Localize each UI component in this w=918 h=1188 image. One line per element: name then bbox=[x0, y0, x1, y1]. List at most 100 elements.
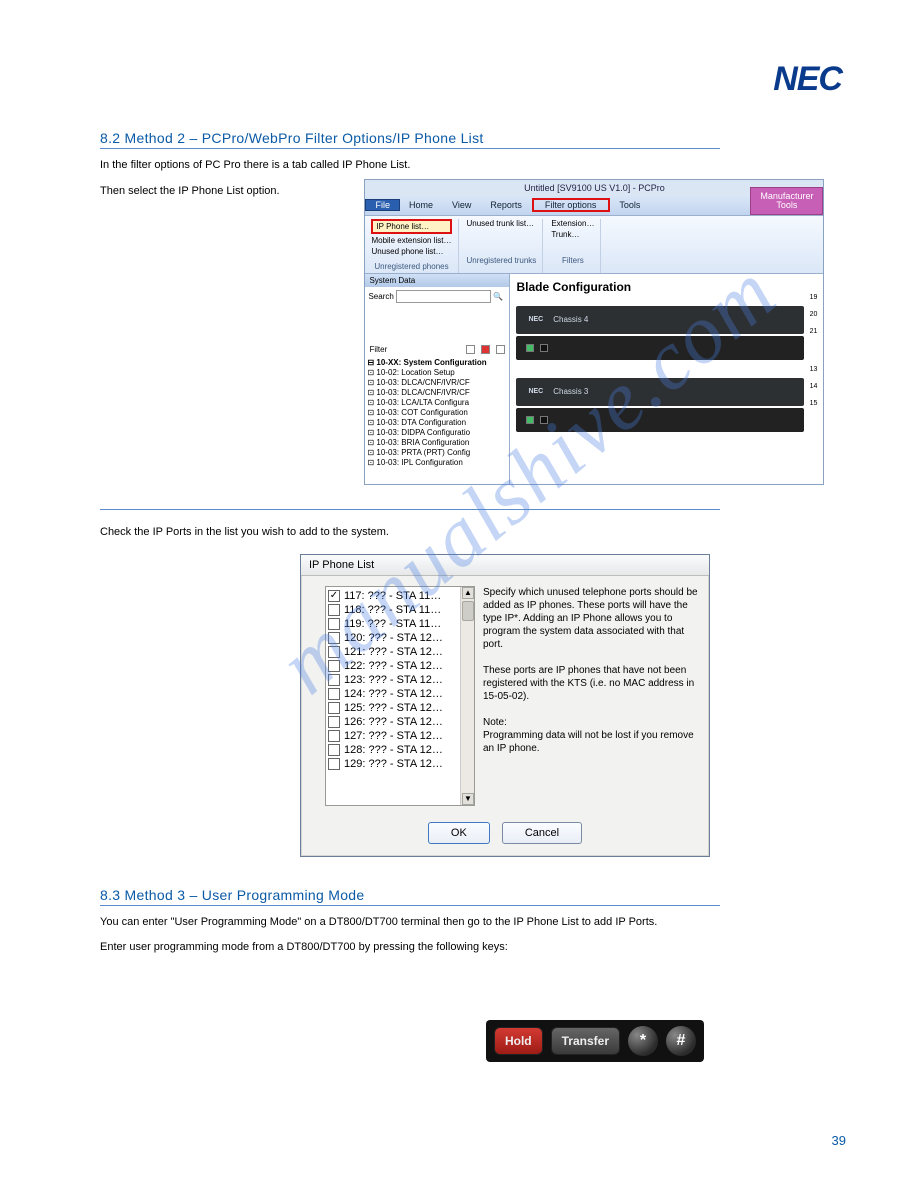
checkbox[interactable] bbox=[328, 590, 340, 602]
list-item[interactable]: 118: ??? - STA 11… bbox=[328, 603, 458, 617]
checkbox[interactable] bbox=[328, 632, 340, 644]
extension-filter-button[interactable]: Extension… bbox=[551, 219, 594, 228]
search-label: Search bbox=[368, 292, 393, 301]
system-data-header: System Data bbox=[365, 274, 509, 287]
list-item[interactable]: 122: ??? - STA 12… bbox=[328, 659, 458, 673]
tree-item[interactable]: ⊡ 10-03: COT Configuration bbox=[367, 408, 509, 418]
list-item[interactable]: 117: ??? - STA 11… bbox=[328, 589, 458, 603]
ip-phone-list-button[interactable]: IP Phone list… bbox=[371, 219, 451, 234]
star-key: * bbox=[628, 1026, 658, 1056]
checkbox[interactable] bbox=[328, 702, 340, 714]
slot-num: 15 bbox=[810, 400, 818, 407]
hash-key: # bbox=[666, 1026, 696, 1056]
scroll-up-button[interactable]: ▲ bbox=[462, 587, 474, 599]
tree-item[interactable]: ⊡ 10-03: LCA/LTA Configura bbox=[367, 398, 509, 408]
tree-item[interactable]: ⊡ 10-03: DIDPA Configuratio bbox=[367, 428, 509, 438]
tab-manufacturer[interactable]: Manufacturer Tools bbox=[750, 187, 823, 215]
list-item[interactable]: 127: ??? - STA 12… bbox=[328, 729, 458, 743]
filter-toggle-1[interactable] bbox=[466, 345, 475, 354]
checkbox[interactable] bbox=[328, 688, 340, 700]
scroll-down-button[interactable]: ▼ bbox=[462, 793, 474, 805]
tab-reports[interactable]: Reports bbox=[481, 200, 532, 210]
tab-home[interactable]: Home bbox=[400, 200, 443, 210]
ip-phone-list-dialog: IP Phone List 117: ??? - STA 11… 118: ???… bbox=[300, 554, 710, 857]
filter-label: Filter bbox=[369, 345, 387, 354]
section-8-3-heading: 8.3 Method 3 – User Programming Mode bbox=[100, 887, 720, 906]
system-data-tree[interactable]: ⊟ 10-XX: System Configuration ⊡ 10-02: L… bbox=[365, 356, 509, 483]
checkbox[interactable] bbox=[328, 758, 340, 770]
filter-toggle-3[interactable] bbox=[496, 345, 505, 354]
cancel-button[interactable]: Cancel bbox=[502, 822, 582, 844]
list-item[interactable]: 119: ??? - STA 11… bbox=[328, 617, 458, 631]
tab-file[interactable]: File bbox=[365, 199, 400, 211]
list-item[interactable]: 125: ??? - STA 12… bbox=[328, 701, 458, 715]
checkbox[interactable] bbox=[328, 744, 340, 756]
nec-small-logo: NEC bbox=[528, 316, 543, 323]
list-item[interactable]: 123: ??? - STA 12… bbox=[328, 673, 458, 687]
phone-key-sequence: Hold Transfer * # bbox=[486, 1020, 704, 1062]
tab-view[interactable]: View bbox=[443, 200, 481, 210]
tab-filter-options[interactable]: Filter options bbox=[536, 200, 607, 210]
dialog-title: IP Phone List bbox=[301, 555, 709, 576]
tab-tools[interactable]: Tools bbox=[610, 200, 650, 210]
list-item-label: 117: ??? - STA 11… bbox=[344, 590, 441, 602]
pcpro-ribbon: IP Phone list… Mobile extension list… Un… bbox=[365, 216, 823, 274]
list-item[interactable]: 128: ??? - STA 12… bbox=[328, 743, 458, 757]
pcpro-tabbar: File Home View Reports Filter options To… bbox=[365, 196, 823, 216]
chassis-3-label: Chassis 3 bbox=[553, 387, 588, 396]
list-item[interactable]: 126: ??? - STA 12… bbox=[328, 715, 458, 729]
scroll-thumb[interactable] bbox=[462, 601, 474, 621]
list-item[interactable]: 124: ??? - STA 12… bbox=[328, 687, 458, 701]
list-item-label: 129: ??? - STA 12… bbox=[344, 758, 443, 770]
list-item-label: 118: ??? - STA 11… bbox=[344, 604, 441, 616]
ribbon-group-filters: Filters bbox=[551, 256, 594, 265]
list-item-label: 121: ??? - STA 12… bbox=[344, 646, 443, 658]
ok-button[interactable]: OK bbox=[428, 822, 490, 844]
list-item[interactable]: 121: ??? - STA 12… bbox=[328, 645, 458, 659]
filter-toggle-2[interactable] bbox=[481, 345, 490, 354]
checkbox[interactable] bbox=[328, 604, 340, 616]
search-input[interactable] bbox=[396, 290, 491, 303]
tree-item[interactable]: ⊡ 10-03: BRIA Configuration bbox=[367, 438, 509, 448]
checkbox[interactable] bbox=[328, 646, 340, 658]
checkbox[interactable] bbox=[328, 618, 340, 630]
slot-num: 21 bbox=[810, 328, 818, 335]
search-icon[interactable]: 🔍 bbox=[493, 292, 503, 301]
checkbox[interactable] bbox=[328, 674, 340, 686]
list-item-label: 120: ??? - STA 12… bbox=[344, 632, 443, 644]
chassis-3-slots bbox=[516, 408, 803, 432]
list-item[interactable]: 129: ??? - STA 12… bbox=[328, 757, 458, 771]
tree-item[interactable]: ⊡ 10-03: DLCA/CNF/IVR/CF bbox=[367, 388, 509, 398]
page-number: 39 bbox=[832, 1133, 846, 1148]
slot-num: 13 bbox=[810, 366, 818, 373]
list-item-label: 124: ??? - STA 12… bbox=[344, 688, 443, 700]
list-item-label: 119: ??? - STA 11… bbox=[344, 618, 441, 630]
tree-item[interactable]: ⊡ 10-03: PRTA (PRT) Config bbox=[367, 448, 509, 458]
section-8-3-intro-b: Enter user programming mode from a DT800… bbox=[100, 941, 848, 955]
ip-phone-listbox[interactable]: 117: ??? - STA 11… 118: ??? - STA 11… 119:… bbox=[325, 586, 475, 806]
mobile-extension-list-button[interactable]: Mobile extension list… bbox=[371, 236, 451, 245]
transfer-key: Transfer bbox=[551, 1027, 620, 1055]
tree-item[interactable]: ⊡ 10-02: Location Setup bbox=[367, 368, 509, 378]
checkbox[interactable] bbox=[328, 660, 340, 672]
list-item-label: 127: ??? - STA 12… bbox=[344, 730, 443, 742]
list-item-label: 122: ??? - STA 12… bbox=[344, 660, 443, 672]
slot-num: 14 bbox=[810, 383, 818, 390]
checkbox[interactable] bbox=[328, 716, 340, 728]
trunk-filter-button[interactable]: Trunk… bbox=[551, 230, 594, 239]
section-8-3-intro-a: You can enter "User Programming Mode" on… bbox=[100, 916, 848, 930]
unused-trunk-list-button[interactable]: Unused trunk list… bbox=[467, 219, 537, 228]
checkbox[interactable] bbox=[328, 730, 340, 742]
unused-phone-list-button[interactable]: Unused phone list… bbox=[371, 247, 451, 256]
tree-item[interactable]: ⊡ 10-03: IPL Configuration bbox=[367, 458, 509, 468]
port-icon bbox=[526, 416, 534, 424]
tree-item[interactable]: ⊡ 10-03: DTA Configuration bbox=[367, 418, 509, 428]
list-item[interactable]: 120: ??? - STA 12… bbox=[328, 631, 458, 645]
figure1-caption: Then select the IP Phone List option. bbox=[100, 179, 360, 197]
list-item-label: 123: ??? - STA 12… bbox=[344, 674, 443, 686]
dialog-description: Specify which unused telephone ports sho… bbox=[483, 586, 699, 806]
tree-item[interactable]: ⊡ 10-03: DLCA/CNF/IVR/CF bbox=[367, 378, 509, 388]
scrollbar[interactable]: ▲ ▼ bbox=[460, 587, 474, 805]
list-item-label: 126: ??? - STA 12… bbox=[344, 716, 443, 728]
section-8-2-intro: In the filter options of PC Pro there is… bbox=[100, 159, 848, 173]
